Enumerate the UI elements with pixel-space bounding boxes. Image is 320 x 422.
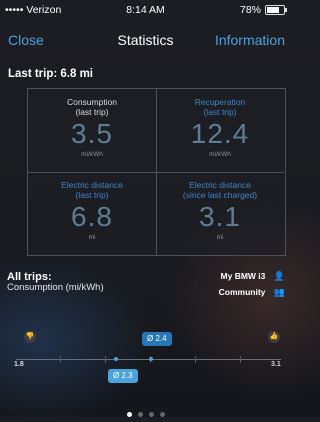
consumption-value: 3.5 [71,118,113,149]
electric-distance-last-trip-value: 6.8 [71,201,113,232]
electric-distance-since-charge-label: Electric distance (since last charged) [182,180,258,200]
scale-tick [195,356,196,363]
scale-tick [105,356,106,363]
battery-icon [265,5,287,15]
all-trips-section: All trips: Consumption (mi/kWh) [7,271,147,293]
battery-percent: 78% [239,4,261,16]
recuperation-unit: mi/kWh [209,151,231,158]
all-trips-subtitle: Consumption (mi/kWh) [7,282,104,293]
consumption-cell: Consumption (last trip) 3.5 mi/kWh [28,89,157,173]
scale-max-label: 3.1 [271,361,281,368]
community-average-bubble: Ø 2.3 [108,369,138,383]
page-dot[interactable] [159,412,165,417]
legend-community[interactable]: Community 👥 [219,284,285,300]
legend-my-bmw[interactable]: My BMW i3 👤 [219,268,285,284]
consumption-label: Consumption (last trip) [66,97,118,117]
page-dot[interactable] [137,412,143,417]
my-bmw-average-bubble: Ø 2.4 [142,332,172,346]
electric-distance-last-trip-unit: mi [88,234,96,241]
navigation-bar: Close Statistics Information [0,22,291,58]
group-icon: 👥 [273,287,285,297]
electric-distance-since-charge-value: 3.1 [199,201,241,232]
status-bar: ••••• Verizon 8:14 AM 78% [0,0,291,18]
comparison-legend: My BMW i3 👤 Community 👥 [219,268,285,300]
legend-my-bmw-label: My BMW i3 [220,271,266,281]
electric-distance-last-trip-cell: Electric distance (last trip) 6.8 mi [28,172,157,255]
last-trip-stats-grid: Consumption (last trip) 3.5 mi/kWh Recup… [27,88,286,256]
electric-distance-last-trip-label: Electric distance (last trip) [61,180,123,200]
electric-distance-since-charge-unit: mi [216,234,224,241]
consumption-unit: mi/kWh [81,151,103,158]
community-marker [114,357,118,361]
page-dot[interactable] [148,412,154,417]
page-dot[interactable] [126,412,132,417]
person-icon: 👤 [273,271,285,281]
scale-tick [240,356,241,363]
recuperation-label: Recuperation (last trip) [194,97,246,117]
page-indicator[interactable] [0,404,291,422]
thumbs-down-icon: 👎 [24,331,36,343]
my-bmw-marker [149,357,153,361]
recuperation-value: 12.4 [190,118,250,149]
scale-tick [60,356,61,363]
legend-community-label: Community [218,287,266,297]
thumbs-up-icon: 👍 [268,331,280,343]
last-trip-header: Last trip: 6.8 mi [8,68,93,80]
information-button[interactable]: Information [215,32,285,48]
scale-min-label: 1.8 [14,361,24,368]
electric-distance-since-charge-cell: Electric distance (since last charged) 3… [156,172,284,255]
recuperation-cell: Recuperation (last trip) 12.4 mi/kWh [156,89,284,173]
